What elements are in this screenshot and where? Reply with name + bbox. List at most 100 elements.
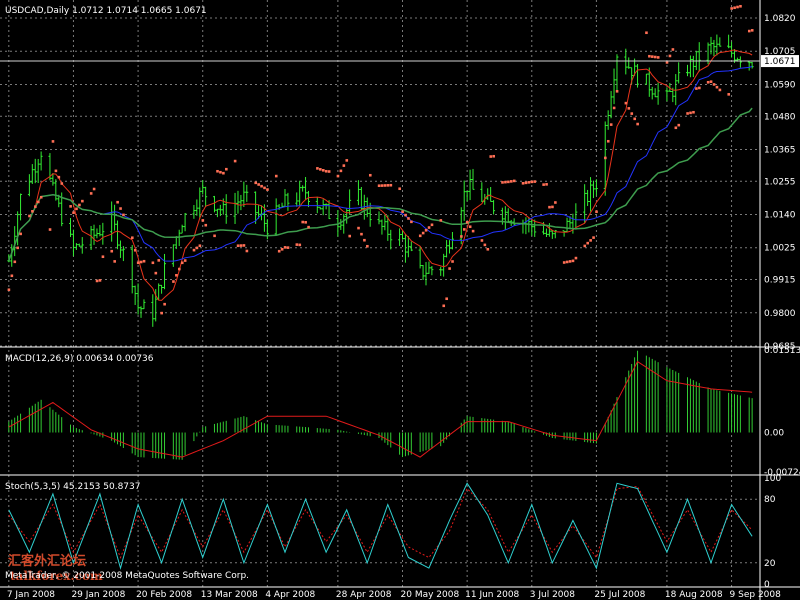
sar-dot: [504, 180, 507, 184]
sar-dot: [257, 183, 260, 186]
sar-dot: [357, 226, 360, 230]
sar-dot: [589, 239, 592, 242]
sar-dot: [69, 205, 72, 208]
sar-dot: [366, 244, 369, 248]
stoch-axis-label: 80: [764, 495, 776, 505]
watermark-chinese: 汇客外汇论坛: [8, 553, 86, 569]
sar-dot: [592, 236, 595, 239]
sar-dot: [692, 110, 695, 114]
sar-dot: [554, 201, 557, 204]
macd-axis-label: 0.00: [764, 429, 784, 439]
sar-dot: [695, 87, 698, 90]
sar-dot: [568, 260, 572, 263]
sar-dot: [709, 80, 713, 83]
sar-dot: [733, 6, 736, 10]
sar-dot: [698, 86, 701, 90]
sar-dot: [321, 168, 325, 172]
price-axis-label: 1.0820: [764, 14, 796, 24]
sar-dot: [442, 304, 446, 308]
sar-dot: [656, 56, 660, 59]
sar-dot: [72, 211, 75, 214]
sar-dot: [266, 188, 269, 191]
sar-dot: [336, 174, 340, 178]
macd-info-label: MACD(12,26,9) 0.00634 0.00736: [5, 354, 154, 364]
sar-dot: [671, 48, 675, 51]
sar-dot: [492, 154, 495, 158]
sar-dot: [604, 156, 607, 160]
sar-dot: [586, 241, 589, 245]
sar-dot: [160, 311, 163, 315]
sar-dot: [542, 183, 545, 186]
sar-dot: [57, 175, 61, 179]
sar-dot: [339, 169, 343, 173]
sar-dot: [551, 205, 554, 209]
sar-dot: [19, 232, 22, 236]
sar-dot: [421, 231, 425, 235]
sar-dot: [565, 260, 569, 264]
price-axis-label: 1.0590: [764, 80, 796, 90]
sar-dot: [216, 169, 219, 173]
sar-dot: [718, 88, 722, 92]
price-info-label: USDCAD,Daily 1.0712 1.0714 1.0665 1.0671: [5, 6, 207, 16]
x-tick-label: 9 Sep 2008: [730, 590, 782, 600]
price-axis-label: 1.0365: [764, 145, 796, 155]
sar-dot: [460, 235, 463, 238]
sar-dot: [131, 236, 134, 240]
sar-dot: [133, 248, 137, 252]
x-tick-label: 20 Feb 2008: [136, 590, 192, 600]
sar-dot: [233, 159, 237, 163]
sar-dot: [92, 187, 96, 191]
sar-dot: [368, 173, 372, 177]
sar-dot: [674, 126, 678, 130]
sar-dot: [78, 203, 81, 207]
sar-dot: [245, 249, 249, 253]
sar-dot: [645, 31, 648, 35]
sar-dot: [521, 182, 525, 185]
sar-dot: [31, 210, 34, 213]
price-axis-label: 1.0255: [764, 177, 796, 187]
sar-dot: [260, 184, 263, 188]
sar-dot: [139, 260, 143, 264]
sar-dot: [119, 207, 122, 210]
sar-dot: [407, 217, 410, 220]
x-tick-label: 7 Jan 2008: [7, 590, 55, 600]
sar-dot: [686, 112, 689, 115]
sar-dot: [277, 249, 281, 253]
sar-dot: [295, 243, 299, 246]
sar-dot: [533, 180, 537, 183]
sar-dot: [122, 213, 125, 217]
sar-dot: [304, 221, 307, 224]
sar-dot: [225, 167, 228, 171]
sar-dot: [689, 111, 692, 115]
sar-dot: [348, 234, 352, 238]
sar-dot: [410, 220, 413, 224]
sar-dot: [448, 267, 451, 270]
sar-dot: [377, 184, 381, 188]
copyright-text: MetaTrader, © 2001-2008 MetaQuotes Softw…: [5, 571, 249, 581]
sar-dot: [172, 280, 175, 283]
x-tick-label: 18 Aug 2008: [665, 590, 723, 600]
sar-dot: [489, 155, 493, 158]
sar-dot: [60, 182, 64, 185]
sar-dot: [236, 244, 240, 248]
sar-dot: [101, 255, 105, 259]
sar-dot: [624, 101, 628, 105]
sar-dot: [510, 180, 513, 183]
sar-dot: [583, 244, 587, 248]
x-tick-label: 29 Jan 2008: [71, 590, 125, 600]
sar-dot: [116, 200, 119, 204]
sar-dot: [195, 246, 199, 250]
sar-dot: [360, 232, 363, 236]
sar-dot: [418, 234, 422, 238]
sar-dot: [324, 169, 328, 173]
sar-dot: [48, 228, 52, 231]
sar-dot: [110, 249, 114, 253]
sar-dot: [201, 219, 205, 222]
sar-dot: [480, 239, 484, 242]
sar-dot: [445, 297, 448, 301]
sar-dot: [468, 225, 472, 229]
sar-dot: [636, 122, 639, 126]
sar-dot: [383, 184, 387, 187]
sar-dot: [16, 246, 20, 250]
sar-dot: [747, 29, 751, 33]
